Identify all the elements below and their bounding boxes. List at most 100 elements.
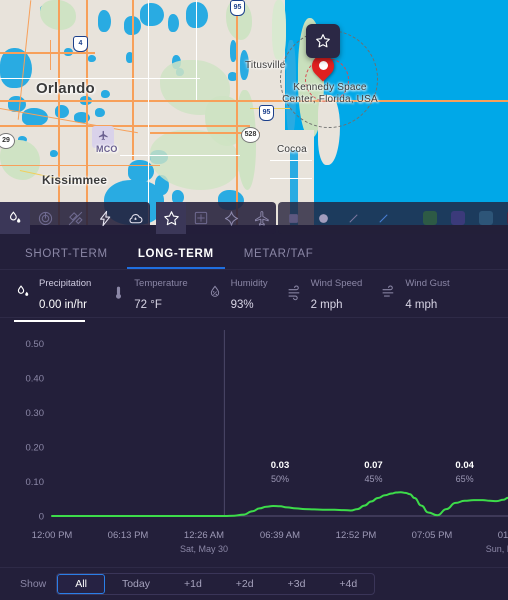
tab-long-term[interactable]: LONG-TERM [126,248,225,269]
favorites-tool-button[interactable] [156,202,186,234]
road [86,0,88,225]
chart-annotation-value: 0.04 [455,460,474,471]
diagonal-line-button[interactable] [368,202,398,234]
chart-annotation-value: 0.03 [271,460,290,471]
lake [140,3,164,26]
metric-value: 93% [230,298,254,311]
radar-layer-button[interactable] [30,202,60,234]
chart-annotation-percent: 45% [364,474,382,484]
layer-toolbar-group[interactable] [0,202,150,234]
tools-toolbar-group[interactable] [156,202,276,234]
city-label-cocoa: Cocoa [277,144,307,155]
metric-label: Wind Speed [310,277,363,289]
metric-temperature[interactable]: Temperature 72 °F [109,267,188,320]
frame-tool-button[interactable] [186,202,216,234]
sparkle-icon [224,210,238,226]
swatch-blue[interactable] [479,211,493,225]
metric-value: 72 °F [134,298,162,311]
square-shape-button[interactable] [278,202,308,234]
road [58,0,60,225]
road [0,125,250,127]
metric-label: Temperature [134,277,188,289]
metric-label: Humidity [230,277,268,289]
lake [50,150,58,157]
metrics-bar[interactable]: Precipitation 0.00 in/hr Temperature 72 … [0,267,508,323]
y-axis-tick: 0.50 [26,339,45,350]
forecast-tabs[interactable]: SHORT-TERM LONG-TERM METAR/TAF [0,234,508,270]
range-segmented-control[interactable]: All Today +1d +2d +3d +4d [56,573,376,595]
metric-humidity[interactable]: Humidity 93% [206,267,268,320]
line-shape-button[interactable] [338,202,368,234]
drawing-toolbar-group[interactable] [278,202,508,234]
lake [98,10,111,32]
x-axis-tick: 06:13 PM [108,530,149,541]
metric-label: Wind Gust [405,277,450,289]
range-button-3d[interactable]: +3d [271,574,323,594]
flight-tool-button[interactable] [246,202,276,234]
range-button-4d[interactable]: +4d [322,574,374,594]
highway-shield-528: 528 [241,127,260,143]
metric-wind-speed[interactable]: Wind Speed 2 mph [286,267,363,320]
map-view[interactable]: MCO Orlando Kissimmee Titusville Cocoa 4… [0,0,508,225]
chart-svg[interactable]: 0.50 0.40 0.30 0.20 0.10 0 0.03 50% 0.07 45% 0.04 6… [0,318,508,566]
city-label-orlando: Orlando [36,80,95,97]
metric-precipitation[interactable]: Precipitation 0.00 in/hr [14,267,91,323]
highway-shield-i95-north: 95 [230,0,245,16]
y-axis-tick: 0.20 [26,442,45,453]
x-axis-tick: 07:05 PM [412,530,453,541]
city-label-titusville: Titusville [245,60,286,71]
chart-annotation-value: 0.07 [364,460,383,471]
satellite-icon [68,211,83,225]
swatch-green[interactable] [423,211,437,225]
range-button-1d[interactable]: +1d [167,574,219,594]
y-axis-tick: 0.40 [26,373,45,384]
range-button-2d[interactable]: +2d [219,574,271,594]
frame-icon [194,211,208,225]
range-button-today[interactable]: Today [105,574,167,594]
y-axis-tick: 0 [39,512,44,523]
metric-value: 2 mph [310,298,343,311]
y-axis-tick: 0.10 [26,477,45,488]
circle-icon [318,213,328,223]
metric-wind-gust[interactable]: Wind Gust 4 mph [380,267,450,320]
road [0,52,95,54]
tab-metar-taf[interactable]: METAR/TAF [233,248,325,269]
map-canvas[interactable]: MCO Orlando Kissimmee Titusville Cocoa 4… [0,0,508,225]
road [132,0,134,160]
tab-short-term[interactable]: SHORT-TERM [14,248,119,269]
x-axis-tick: 12:26 AM [184,530,224,541]
highway-shield-i95-south: 95 [259,105,274,121]
lake [101,90,110,98]
map-toolbar[interactable] [0,202,508,234]
location-marker[interactable] [307,50,339,85]
cloud-icon [129,213,142,223]
sparkle-tool-button[interactable] [216,202,246,234]
wind-gust-icon [380,284,398,301]
coast-green-1 [272,0,286,60]
lake [95,108,105,117]
diagonal-line-icon [378,213,388,223]
metric-value: 0.00 in/hr [39,298,87,311]
line-icon [348,213,358,223]
precipitation-layer-button[interactable] [0,202,30,234]
precipitation-chart[interactable]: 0.50 0.40 0.30 0.20 0.10 0 0.03 50% 0.07 45% 0.04 6… [0,318,508,566]
x-axis-date-label: Sat, May 30 [180,544,228,554]
range-button-all[interactable]: All [57,574,105,594]
swatch-indigo[interactable] [451,211,465,225]
road [148,0,150,225]
satellite-layer-button[interactable] [60,202,90,234]
x-axis-tick: 12:52 PM [336,530,377,541]
city-label-kissimmee: Kissimmee [42,173,108,187]
road [196,0,198,100]
lightning-layer-button[interactable] [90,202,120,234]
marker-label: Kennedy Space Center, Florida, USA [282,82,378,105]
y-axis-tick: 0.30 [26,408,45,419]
road [236,0,238,225]
airplane-icon [98,130,108,141]
metric-value: 4 mph [405,298,438,311]
range-footer[interactable]: Show All Today +1d +2d +3d +4d [0,567,508,600]
favorite-button[interactable] [306,24,340,58]
cloud-layer-button[interactable] [120,202,150,234]
x-axis-tick: 06:39 AM [260,530,300,541]
circle-shape-button[interactable] [308,202,338,234]
